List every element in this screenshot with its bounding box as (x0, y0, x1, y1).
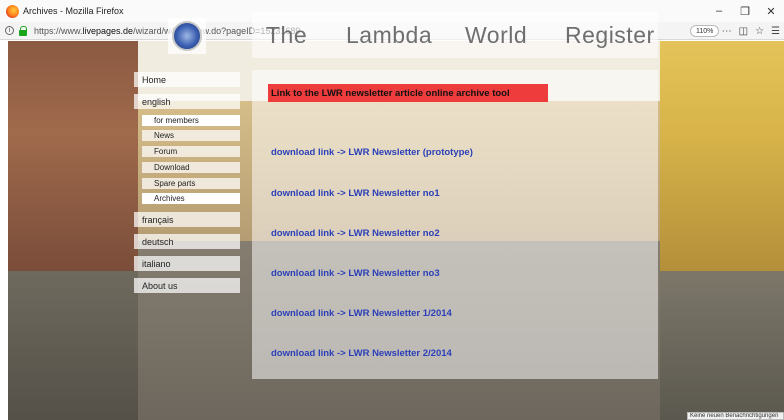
sidebar-item-label: Spare parts (154, 179, 196, 188)
background-building-left (8, 41, 138, 271)
sidebar-item-deutsch[interactable]: deutsch (134, 234, 240, 249)
sidebar-item-francais[interactable]: français (134, 212, 240, 227)
background-building-right (660, 41, 784, 271)
minimize-icon[interactable]: – (706, 0, 732, 22)
sidebar-item-label: Download (154, 163, 190, 172)
window-title: Archives - Mozilla Firefox (23, 6, 124, 16)
close-icon[interactable]: ✕ (758, 0, 784, 22)
sidebar-item-download[interactable]: Download (142, 162, 240, 173)
page-margin (0, 41, 8, 420)
site-logo[interactable] (168, 18, 206, 54)
header-word-register[interactable]: Register (565, 22, 655, 49)
sidebar-item-forum[interactable]: Forum (142, 146, 240, 157)
sidebar-item-spare-parts[interactable]: Spare parts (142, 178, 240, 189)
newsletter-prototype-link[interactable]: download link -> LWR Newsletter (prototy… (271, 147, 473, 158)
window-controls: – ❐ ✕ (706, 0, 784, 22)
status-notification: Keine neuen Benachrichtigungen (687, 412, 784, 420)
lock-icon[interactable] (19, 25, 28, 36)
newsletter-1-2014-link[interactable]: download link -> LWR Newsletter 1/2014 (271, 308, 452, 319)
header-word-the: The (266, 22, 308, 48)
sidebar-item-label: français (142, 214, 174, 225)
sidebar-item-english[interactable]: english (134, 94, 240, 109)
sidebar-item-for-members[interactable]: for members (142, 115, 240, 126)
sidebar-item-label: english (142, 96, 171, 107)
background-street-right (660, 271, 784, 420)
sidebar-item-archives[interactable]: Archives (142, 193, 240, 204)
menu-icon[interactable]: ☰ (771, 26, 780, 37)
newsletter-2-2014-link[interactable]: download link -> LWR Newsletter 2/2014 (271, 348, 452, 359)
lambda-club-logo-icon (172, 21, 202, 51)
header-word-world: World (465, 22, 528, 48)
newsletter-no3-link[interactable]: download link -> LWR Newsletter no3 (271, 268, 440, 279)
sidebar-item-label: for members (154, 116, 199, 125)
zoom-level-badge[interactable]: 110% (690, 25, 720, 37)
sidebar-item-label: italiano (142, 258, 171, 269)
page-actions-icon[interactable]: ⋯ (722, 26, 732, 37)
pocket-icon[interactable]: ◫ (739, 26, 748, 37)
sidebar-item-label: deutsch (142, 236, 174, 247)
sidebar-item-news[interactable]: News (142, 130, 240, 141)
sidebar-item-home[interactable]: Home (134, 72, 240, 87)
sidebar-item-label: Home (142, 74, 167, 85)
sidebar-item-label: About us (142, 280, 178, 291)
background-street-left (8, 271, 138, 420)
info-icon[interactable]: i (5, 26, 14, 35)
firefox-logo-icon (6, 4, 19, 18)
archive-tool-link[interactable]: Link to the LWR newsletter article onlin… (268, 84, 548, 102)
bookmark-star-icon[interactable]: ☆ (755, 26, 764, 37)
toolbar-icons: ⋯ ◫ ☆ ☰ (722, 22, 780, 40)
sidebar-item-italiano[interactable]: italiano (134, 256, 240, 271)
newsletter-no1-link[interactable]: download link -> LWR Newsletter no1 (271, 188, 440, 199)
sidebar-item-label: Forum (154, 147, 178, 156)
maximize-icon[interactable]: ❐ (732, 0, 758, 22)
content-panel (252, 70, 658, 379)
header-word-lambda: Lambda (346, 22, 433, 48)
sidebar-item-label: Archives (154, 194, 185, 203)
newsletter-no2-link[interactable]: download link -> LWR Newsletter no2 (271, 228, 440, 239)
sidebar-item-about-us[interactable]: About us (134, 278, 240, 293)
sidebar-item-label: News (154, 131, 175, 140)
